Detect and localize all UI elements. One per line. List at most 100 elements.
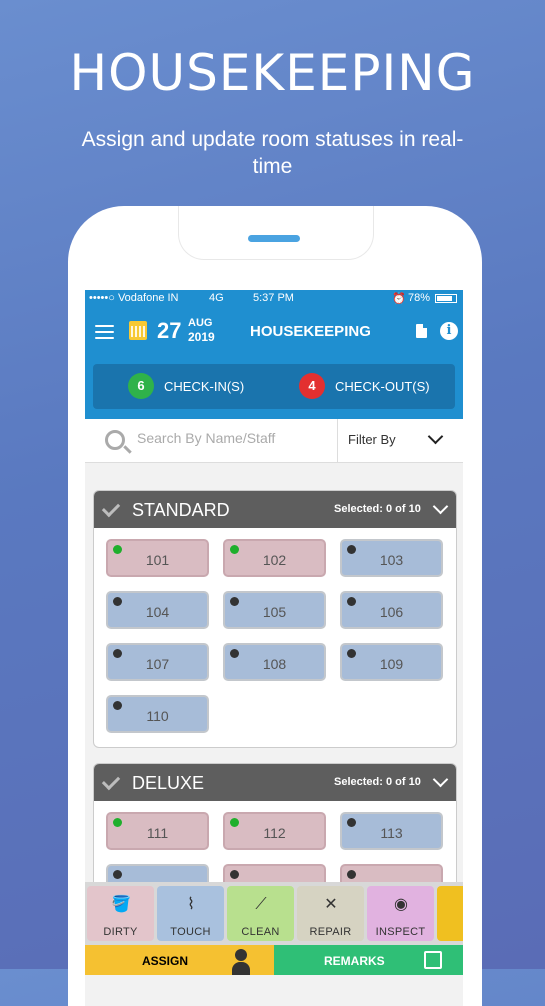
action-label: REPAIR bbox=[309, 926, 352, 938]
section-name: DELUXE bbox=[132, 773, 205, 793]
status-dot bbox=[347, 870, 356, 879]
assign-button[interactable]: ASSIGN bbox=[85, 945, 274, 975]
room-number: 108 bbox=[262, 656, 287, 672]
status-dot bbox=[113, 597, 122, 606]
status-dot bbox=[230, 870, 239, 879]
room-tile[interactable]: 105 bbox=[223, 591, 326, 629]
room-number: 110 bbox=[146, 708, 169, 724]
page-title: HOUSEKEEPING bbox=[250, 323, 371, 340]
battery-percent: 78% bbox=[408, 292, 431, 304]
room-tile[interactable]: 110 bbox=[106, 695, 209, 733]
alarm-icon: ⏰ bbox=[392, 293, 406, 305]
room-number: 107 bbox=[145, 656, 170, 672]
chevron-down-icon[interactable] bbox=[432, 771, 449, 788]
checkin-button[interactable]: 6 CHECK-IN(S) bbox=[128, 371, 268, 401]
room-tile[interactable]: 113 bbox=[340, 812, 443, 850]
room-number: 102 bbox=[262, 552, 287, 568]
room-tile[interactable]: 102 bbox=[223, 539, 326, 577]
action-dirty-button[interactable]: 🪣 DIRTY bbox=[87, 886, 154, 941]
date-day[interactable]: 27 bbox=[157, 318, 181, 344]
person-icon bbox=[235, 949, 247, 961]
phone-speaker bbox=[248, 235, 300, 242]
chevron-down-icon[interactable] bbox=[432, 498, 449, 515]
room-section: STANDARD Selected: 0 of 10 101 102 103 104 105… bbox=[93, 490, 457, 748]
status-dot bbox=[113, 545, 122, 554]
assign-label: ASSIGN bbox=[142, 954, 189, 968]
section-name: STANDARD bbox=[132, 500, 230, 520]
menu-icon[interactable] bbox=[95, 325, 114, 339]
app-screen: •••••○ Vodafone IN 4G 5:37 PM ⏰ 78% 27 A… bbox=[85, 290, 463, 1006]
action-label: TOUCH bbox=[170, 926, 211, 938]
room-tile[interactable]: 108 bbox=[223, 643, 326, 681]
status-dot bbox=[230, 649, 239, 658]
brush-icon: ⌇ bbox=[187, 896, 195, 913]
action-touch-button[interactable]: ⌇ TOUCH bbox=[157, 886, 224, 941]
room-tile[interactable]: 104 bbox=[106, 591, 209, 629]
room-number: 106 bbox=[379, 604, 404, 620]
status-dot bbox=[230, 818, 239, 827]
network: 4G bbox=[209, 292, 224, 304]
room-tile[interactable]: 107 bbox=[106, 643, 209, 681]
document-icon[interactable] bbox=[416, 324, 427, 338]
select-all-icon[interactable] bbox=[101, 771, 121, 791]
filter-dropdown[interactable]: Filter By bbox=[337, 419, 463, 462]
checkout-count: 4 bbox=[299, 373, 325, 399]
room-tile[interactable]: 112 bbox=[223, 812, 326, 850]
clock: 5:37 PM bbox=[253, 292, 294, 304]
room-tile[interactable]: 106 bbox=[340, 591, 443, 629]
info-icon[interactable]: i bbox=[440, 322, 458, 340]
battery-icon bbox=[435, 294, 457, 303]
status-action-bar: 🪣 DIRTY ⌇ TOUCH ⟋ CLEAN ✕ REPAIR ◉ INSPECT bbox=[85, 882, 463, 945]
action-more-button[interactable] bbox=[437, 886, 463, 941]
room-number: 109 bbox=[379, 656, 404, 672]
checkin-count: 6 bbox=[128, 373, 154, 399]
room-number: 111 bbox=[146, 825, 169, 841]
select-all-icon[interactable] bbox=[101, 498, 121, 518]
room-number: 112 bbox=[263, 825, 286, 841]
room-tile[interactable]: 109 bbox=[340, 643, 443, 681]
action-clean-button[interactable]: ⟋ CLEAN bbox=[227, 886, 294, 941]
room-number: 103 bbox=[379, 552, 404, 568]
calendar-icon[interactable] bbox=[129, 321, 147, 340]
status-dot bbox=[347, 649, 356, 658]
room-number: 104 bbox=[145, 604, 170, 620]
chevron-down-icon bbox=[427, 428, 444, 445]
room-tile[interactable]: 111 bbox=[106, 812, 209, 850]
search-input[interactable]: Search By Name/Staff bbox=[137, 430, 275, 446]
section-header[interactable]: DELUXE Selected: 0 of 10 bbox=[94, 764, 456, 801]
phone-notch bbox=[178, 206, 374, 260]
checkin-label: CHECK-IN(S) bbox=[164, 379, 245, 394]
room-number: 105 bbox=[262, 604, 287, 620]
remarks-button[interactable]: REMARKS bbox=[274, 945, 463, 975]
phone-frame: •••••○ Vodafone IN 4G 5:37 PM ⏰ 78% 27 A… bbox=[68, 206, 482, 1006]
more-icon bbox=[461, 895, 463, 915]
action-label: CLEAN bbox=[241, 926, 280, 938]
eye-icon: ◉ bbox=[394, 896, 408, 913]
checkout-button[interactable]: 4 CHECK-OUT(S) bbox=[299, 371, 449, 401]
section-header[interactable]: STANDARD Selected: 0 of 10 bbox=[94, 491, 456, 528]
action-label: DIRTY bbox=[103, 926, 138, 938]
status-dot bbox=[347, 818, 356, 827]
search-icon bbox=[105, 430, 125, 450]
room-tile[interactable]: 103 bbox=[340, 539, 443, 577]
carrier: •••••○ Vodafone IN bbox=[89, 292, 179, 304]
hero-title: HOUSEKEEPING bbox=[69, 44, 476, 102]
status-dot bbox=[113, 818, 122, 827]
action-label: INSPECT bbox=[375, 926, 426, 938]
status-dot bbox=[230, 545, 239, 554]
hero-subtitle: Assign and update room statuses in real-… bbox=[81, 128, 464, 178]
date-month[interactable]: AUG bbox=[188, 317, 212, 329]
date-year[interactable]: 2019 bbox=[188, 330, 215, 344]
status-dot bbox=[347, 545, 356, 554]
app-bar: 27 AUG 2019 HOUSEKEEPING i bbox=[85, 307, 463, 357]
status-dot bbox=[347, 597, 356, 606]
remarks-label: REMARKS bbox=[324, 954, 385, 968]
filter-label: Filter By bbox=[348, 432, 396, 447]
bottom-bar: ASSIGN REMARKS bbox=[85, 945, 463, 975]
room-tile[interactable]: 101 bbox=[106, 539, 209, 577]
action-repair-button[interactable]: ✕ REPAIR bbox=[297, 886, 364, 941]
check-bar: 6 CHECK-IN(S) 4 CHECK-OUT(S) bbox=[85, 357, 463, 419]
status-bar: •••••○ Vodafone IN 4G 5:37 PM ⏰ 78% bbox=[85, 290, 463, 307]
status-dot bbox=[230, 597, 239, 606]
action-inspect-button[interactable]: ◉ INSPECT bbox=[367, 886, 434, 941]
